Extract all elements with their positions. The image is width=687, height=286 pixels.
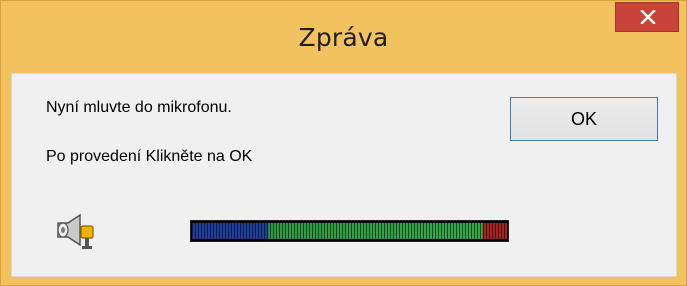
ok-button[interactable]: OK [510, 97, 658, 141]
meter-level-fill [192, 223, 507, 239]
megaphone-microphone-icon [57, 213, 94, 249]
window-title: Zpráva [298, 23, 389, 52]
close-button[interactable] [615, 2, 679, 32]
dialog-client-area: Nyní mluvte do mikrofonu. Po provedení K… [11, 73, 677, 277]
microphone-level-meter [190, 220, 509, 242]
message-line-2: Po provedení Klikněte na OK [46, 148, 253, 165]
title-bar[interactable]: Zpráva [1, 1, 686, 71]
message-dialog-window: Zpráva Nyní mluvte do mikrofonu. Po prov… [0, 0, 687, 286]
close-icon [640, 10, 656, 24]
message-line-1: Nyní mluvte do mikrofonu. [46, 99, 232, 116]
